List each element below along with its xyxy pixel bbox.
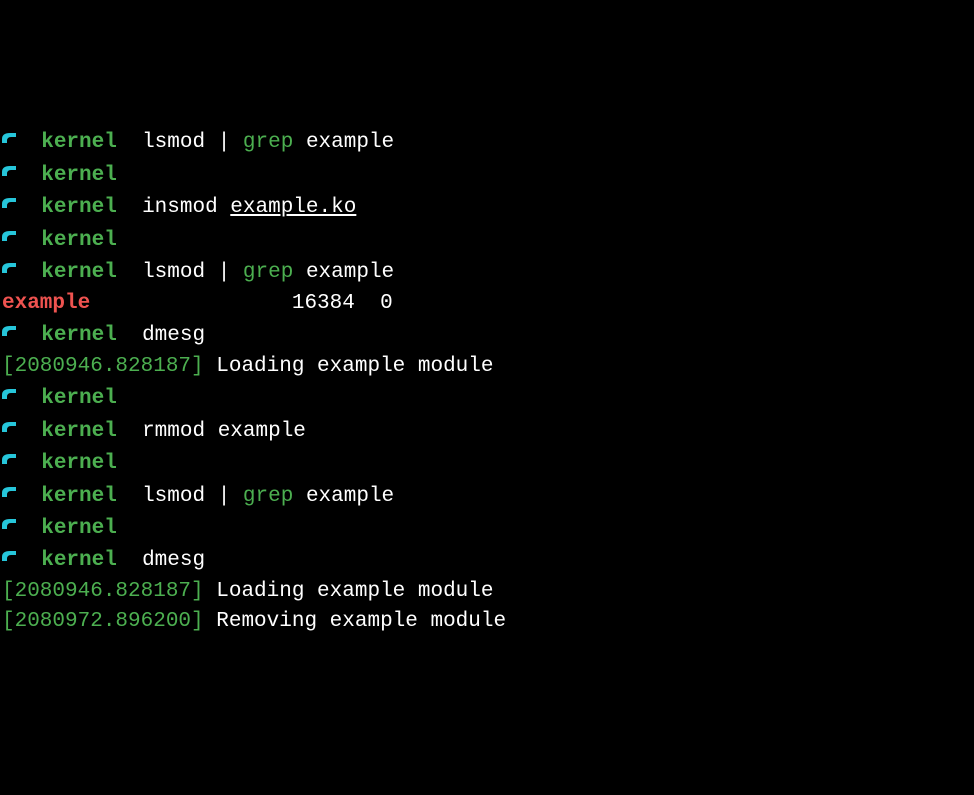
- grep-command: grep: [243, 261, 293, 284]
- terminal-line: kernel lsmod | grep example: [2, 480, 972, 512]
- prompt-cwd: kernel: [41, 324, 117, 347]
- prompt-cwd: kernel: [41, 484, 117, 507]
- dmesg-timestamp: [2080946.828187]: [2, 580, 204, 603]
- command-text: lsmod: [142, 261, 205, 284]
- prompt-arrow-icon: [2, 445, 16, 476]
- prompt-arrow-icon: [2, 222, 16, 253]
- prompt-cwd: kernel: [41, 261, 117, 284]
- command-text: insmod: [142, 196, 218, 219]
- prompt-cwd: kernel: [41, 164, 117, 187]
- pipe-char: |: [218, 131, 231, 154]
- grep-command: grep: [243, 131, 293, 154]
- prompt-arrow-icon: [2, 478, 16, 509]
- output-text: 16384 0: [90, 292, 392, 315]
- prompt-cwd: kernel: [41, 549, 117, 572]
- command-text: example: [306, 131, 394, 154]
- terminal-line: kernel dmesg: [2, 544, 972, 576]
- terminal-line: [2080946.828187] Loading example module: [2, 577, 972, 608]
- terminal-line: kernel: [2, 382, 972, 414]
- command-text: lsmod: [142, 484, 205, 507]
- terminal-line: kernel: [2, 447, 972, 479]
- command-text: dmesg: [142, 549, 205, 572]
- terminal-line: kernel insmod example.ko: [2, 191, 972, 223]
- command-text: lsmod: [142, 131, 205, 154]
- terminal-line: example 16384 0: [2, 289, 972, 320]
- prompt-arrow-icon: [2, 542, 16, 573]
- prompt-arrow-icon: [2, 380, 16, 411]
- terminal-line: kernel lsmod | grep example: [2, 256, 972, 288]
- terminal-line: kernel: [2, 512, 972, 544]
- prompt-cwd: kernel: [41, 387, 117, 410]
- filename: example.ko: [230, 196, 356, 219]
- terminal-line: [2080972.896200] Removing example module: [2, 607, 972, 638]
- terminal-line: kernel: [2, 159, 972, 191]
- dmesg-message: Removing example module: [204, 610, 506, 633]
- prompt-cwd: kernel: [41, 517, 117, 540]
- terminal-line: kernel rmmod example: [2, 415, 972, 447]
- prompt-cwd: kernel: [41, 196, 117, 219]
- terminal-output: kernel lsmod | grep example kernel kerne…: [2, 126, 972, 638]
- pipe-char: |: [218, 484, 231, 507]
- prompt-arrow-icon: [2, 413, 16, 444]
- prompt-cwd: kernel: [41, 131, 117, 154]
- pipe-char: |: [218, 261, 231, 284]
- prompt-arrow-icon: [2, 157, 16, 188]
- command-text: dmesg: [142, 324, 205, 347]
- command-text: example: [306, 484, 394, 507]
- prompt-arrow-icon: [2, 317, 16, 348]
- grep-match: example: [2, 292, 90, 315]
- grep-command: grep: [243, 484, 293, 507]
- prompt-arrow-icon: [2, 124, 16, 155]
- command-text: rmmod: [142, 419, 205, 442]
- command-text: example: [306, 261, 394, 284]
- terminal-line: kernel: [2, 224, 972, 256]
- prompt-arrow-icon: [2, 254, 16, 285]
- dmesg-timestamp: [2080972.896200]: [2, 610, 204, 633]
- prompt-arrow-icon: [2, 510, 16, 541]
- terminal-line: [2080946.828187] Loading example module: [2, 352, 972, 383]
- dmesg-timestamp: [2080946.828187]: [2, 355, 204, 378]
- terminal-line: kernel dmesg: [2, 319, 972, 351]
- command-text: example: [218, 419, 306, 442]
- prompt-cwd: kernel: [41, 452, 117, 475]
- terminal-line: kernel lsmod | grep example: [2, 126, 972, 158]
- prompt-cwd: kernel: [41, 229, 117, 252]
- dmesg-message: Loading example module: [204, 580, 494, 603]
- dmesg-message: Loading example module: [204, 355, 494, 378]
- prompt-arrow-icon: [2, 189, 16, 220]
- prompt-cwd: kernel: [41, 419, 117, 442]
